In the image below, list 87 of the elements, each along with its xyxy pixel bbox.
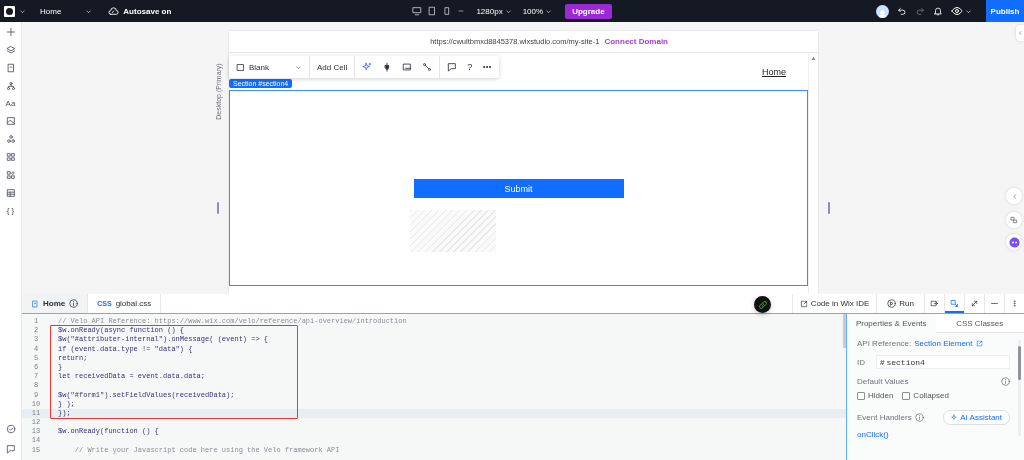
api-reference-label: API Reference: <box>857 339 912 348</box>
info-icon <box>69 299 79 308</box>
components-icon[interactable] <box>5 134 16 144</box>
resize-handle[interactable] <box>217 202 219 214</box>
layout-dropdown[interactable]: Blank <box>236 62 302 72</box>
resize-handle[interactable] <box>828 202 830 214</box>
cloud-icon <box>108 5 120 17</box>
event-handlers-label: Event Handlers <box>857 413 912 422</box>
scrollbar[interactable] <box>1018 340 1021 436</box>
dash-icon[interactable] <box>457 7 466 15</box>
checkbox[interactable]: Hidden <box>857 391 894 400</box>
link-icon[interactable] <box>422 62 433 72</box>
table-icon[interactable] <box>5 188 16 198</box>
page-selector[interactable]: Home <box>40 6 93 16</box>
expand-icon <box>970 299 979 308</box>
page-icon[interactable] <box>5 63 16 73</box>
image-icon[interactable] <box>5 116 16 126</box>
chevron-down-icon <box>85 7 93 15</box>
apps-icon[interactable] <box>5 152 16 162</box>
link-button[interactable] <box>754 296 771 313</box>
more-icon <box>1010 299 1019 308</box>
squares-icon <box>1010 216 1018 224</box>
assistant-button[interactable] <box>1006 234 1022 250</box>
square-icon <box>236 62 245 72</box>
add-cell-button[interactable]: Add Cell <box>317 62 348 72</box>
comment-icon[interactable] <box>447 62 458 72</box>
scrollbar[interactable] <box>843 314 846 348</box>
page-icon <box>31 299 39 308</box>
text-tool[interactable]: Aa <box>5 99 16 108</box>
redo-icon[interactable] <box>915 6 925 16</box>
desktop-icon[interactable] <box>412 6 423 16</box>
file-tab[interactable]: Home <box>22 294 89 313</box>
code-tool[interactable]: { } <box>6 206 15 215</box>
sitemap-icon[interactable] <box>5 81 16 91</box>
avatar[interactable] <box>876 4 889 18</box>
layers-button[interactable] <box>1006 212 1022 228</box>
autosave-status: Autosave on <box>123 6 172 16</box>
section-frame[interactable]: Submit <box>229 90 808 286</box>
eye-icon[interactable] <box>951 5 963 17</box>
sparkle-icon[interactable] <box>362 62 373 72</box>
robot-face-icon <box>1008 236 1020 248</box>
zoom-dropdown[interactable]: 100% <box>522 6 553 16</box>
play-circle-icon <box>887 299 897 308</box>
bell-icon[interactable] <box>933 6 943 16</box>
info-icon <box>1001 377 1010 386</box>
code-in-ide-button[interactable]: Code in Wix IDE <box>791 294 877 313</box>
api-reference-link[interactable]: Section Element <box>914 339 973 348</box>
layers-icon[interactable] <box>5 45 16 55</box>
scroll-up-icon[interactable] <box>810 55 817 61</box>
chevron-down-icon <box>965 7 972 15</box>
external-link-icon <box>975 340 983 347</box>
sparkle-icon <box>951 414 959 421</box>
select-element-icon <box>950 299 959 308</box>
external-link-icon <box>799 299 808 308</box>
connect-domain-link[interactable]: Connect Domain <box>604 37 668 46</box>
checkbox[interactable]: Collapsed <box>902 391 949 400</box>
tablet-icon[interactable] <box>427 6 438 16</box>
plus-icon[interactable] <box>5 27 16 37</box>
id-label: ID <box>857 357 865 367</box>
chevron-left-icon <box>1010 192 1018 200</box>
undo-icon[interactable] <box>897 6 907 16</box>
upgrade-button[interactable]: Upgrade <box>565 3 612 19</box>
nav-link[interactable]: Home <box>762 66 786 77</box>
link-icon <box>757 299 768 310</box>
publish-button[interactable]: Publish <box>986 0 1024 22</box>
app-logo[interactable] <box>4 5 15 17</box>
chevron-down-icon <box>504 7 512 15</box>
dock-panel-icon <box>930 299 939 308</box>
select-element-button[interactable] <box>944 294 964 313</box>
chevron-down-icon <box>295 63 302 71</box>
help-button[interactable]: ? <box>467 62 473 72</box>
frame-icon[interactable] <box>402 62 413 72</box>
id-field[interactable]: # section4 <box>876 355 1010 369</box>
chat-icon[interactable] <box>5 444 16 454</box>
check-circle-icon[interactable] <box>5 424 16 434</box>
chevron-left-icon <box>1017 30 1023 36</box>
blocks-icon[interactable] <box>5 170 16 180</box>
width-dropdown[interactable]: 1280px <box>476 6 512 16</box>
ai-assistant-button[interactable]: AI Assistant <box>943 410 1010 425</box>
info-icon <box>914 413 924 422</box>
submit-button[interactable]: Submit <box>413 179 624 198</box>
chevron-down-icon <box>545 7 553 15</box>
panel-tab[interactable]: CSS Classes <box>935 314 1024 333</box>
run-button[interactable]: Run <box>876 294 924 313</box>
event-handler-link[interactable]: onClick() <box>857 430 889 439</box>
chevron-down-icon <box>19 7 26 15</box>
default-values-label: Default Values <box>857 377 909 386</box>
